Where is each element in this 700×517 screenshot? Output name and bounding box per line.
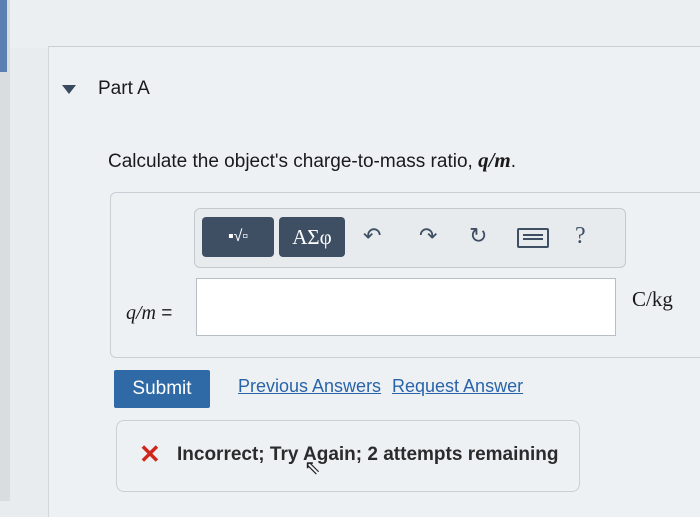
answer-label-equals: = <box>156 303 173 324</box>
mouse-cursor-icon: ⇖ <box>304 457 321 479</box>
question-prompt: Calculate the object's charge-to-mass ra… <box>108 148 516 173</box>
feedback-box: ✕ Incorrect; Try Again; 2 attempts remai… <box>116 420 580 492</box>
left-rail <box>0 0 10 501</box>
previous-answers-link[interactable]: Previous Answers <box>238 376 381 397</box>
feedback-message: Incorrect; Try Again; 2 attempts remaini… <box>177 444 559 465</box>
caret-down-icon[interactable] <box>62 84 76 94</box>
answer-unit: C/kg <box>632 287 673 311</box>
templates-button[interactable]: ▪√▫ <box>202 217 274 257</box>
prompt-math: q/m <box>478 148 511 172</box>
prompt-text: Calculate the object's charge-to-mass ra… <box>108 151 479 172</box>
reset-icon[interactable]: ↻ <box>469 223 487 249</box>
part-header[interactable]: Part A <box>62 78 150 100</box>
greek-label: ΑΣφ <box>292 224 332 249</box>
rail-accent <box>0 0 7 72</box>
answer-label-math: q/m <box>126 302 156 324</box>
greek-symbols-button[interactable]: ΑΣφ <box>279 217 345 257</box>
help-icon[interactable]: ? <box>575 223 586 249</box>
undo-icon[interactable]: ↶ <box>363 223 381 249</box>
incorrect-x-icon: ✕ <box>139 439 161 469</box>
answer-label: q/m = <box>126 302 172 325</box>
answer-input[interactable] <box>196 278 616 336</box>
top-band <box>0 0 700 48</box>
template-icon: ▪√▫ <box>227 228 249 245</box>
part-title: Part A <box>98 78 150 99</box>
request-answer-link[interactable]: Request Answer <box>392 376 523 397</box>
submit-button[interactable]: Submit <box>114 370 210 408</box>
prompt-end: . <box>510 151 517 172</box>
math-toolbar: ▪√▫ ΑΣφ ↶ ↷ ↻ ? <box>194 208 626 268</box>
redo-icon[interactable]: ↷ <box>419 223 437 249</box>
keyboard-icon[interactable] <box>517 228 549 248</box>
